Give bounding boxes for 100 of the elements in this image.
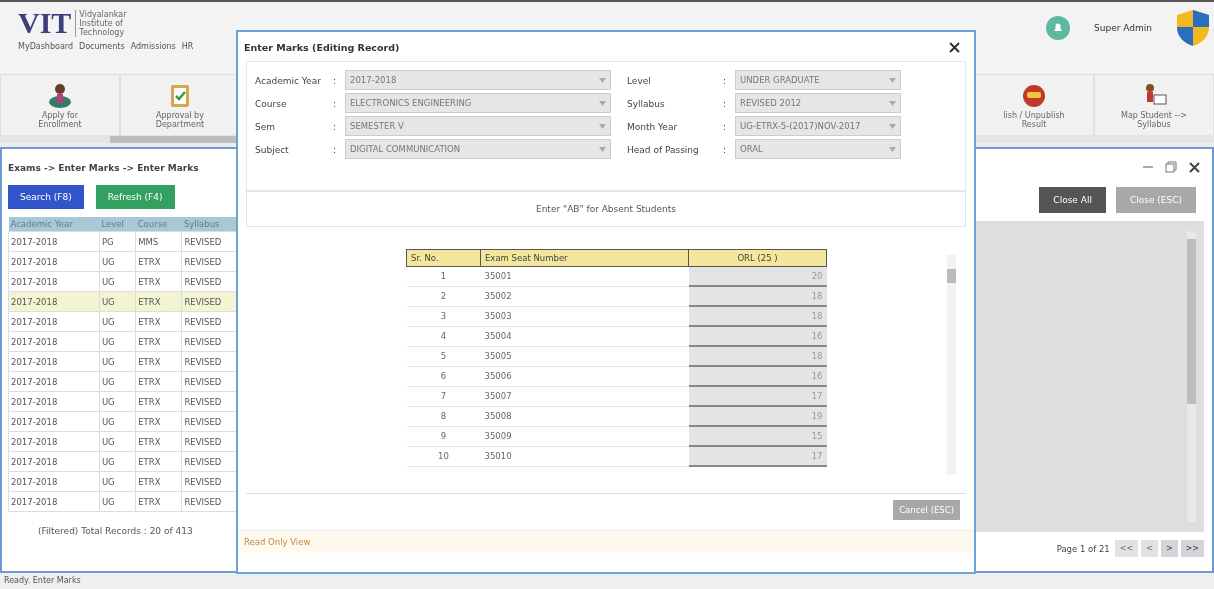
pager-button[interactable]: >> — [1180, 540, 1204, 557]
table-cell: ETRX — [135, 271, 182, 292]
table-cell: 2017-2018 — [8, 291, 100, 312]
table-cell: 2017-2018 — [8, 251, 100, 272]
colon: : — [723, 99, 728, 109]
marks-cell[interactable]: 18 — [688, 346, 827, 366]
table-cell: 35010 — [480, 446, 689, 466]
table-cell: UG — [99, 491, 136, 512]
table-cell: 35005 — [480, 346, 689, 366]
colon: : — [333, 122, 338, 132]
marks-cell[interactable]: 17 — [688, 386, 827, 406]
field-label: Level — [627, 76, 652, 86]
record-count: (Filtered) Total Records : 20 of 413 — [37, 525, 194, 536]
table-cell: 35001 — [480, 266, 689, 286]
pager-button[interactable]: > — [1160, 540, 1178, 557]
colon: : — [723, 145, 728, 155]
field-label: Month Year — [627, 122, 679, 132]
person-icon — [47, 81, 73, 108]
table-cell: 2017-2018 — [8, 231, 100, 252]
menu-item[interactable]: Admissions — [130, 42, 176, 51]
marks-cell[interactable]: 18 — [688, 286, 827, 306]
column-header[interactable]: Level — [99, 217, 136, 232]
close-icon[interactable] — [1189, 161, 1200, 173]
column-header[interactable]: ORL (25 ) — [688, 249, 827, 267]
marks-cell[interactable]: 18 — [688, 306, 827, 326]
table-cell: UG — [99, 251, 136, 272]
table-cell: 2017-2018 — [8, 351, 100, 372]
table-cell: 1 — [406, 266, 481, 286]
table-cell: 2017-2018 — [8, 471, 100, 492]
table-cell: 2 — [406, 286, 481, 306]
table-cell: MMS — [135, 231, 182, 252]
table-cell: ETRX — [135, 251, 182, 272]
field-label: Sem — [255, 122, 277, 132]
logo-mark: VIT — [18, 8, 72, 38]
marks-cell[interactable]: 19 — [688, 406, 827, 426]
vertical-scrollbar[interactable] — [947, 255, 956, 475]
field-label: Subject — [255, 145, 290, 155]
caret-icon — [599, 123, 606, 129]
column-header[interactable]: Exam Seat Number — [480, 249, 689, 267]
table-cell: 10 — [406, 446, 481, 466]
menu-item[interactable]: HR — [181, 42, 194, 51]
restore-icon[interactable] — [1165, 161, 1177, 173]
scrollbar-thumb[interactable] — [947, 269, 956, 283]
scrollbar-thumb[interactable] — [1187, 239, 1196, 404]
table-cell: ETRX — [135, 471, 182, 492]
menu-item[interactable]: MyDashboard — [18, 42, 74, 51]
vertical-scrollbar[interactable] — [1187, 231, 1196, 522]
table-cell: 2017-2018 — [8, 391, 100, 412]
field-label: Course — [255, 99, 288, 109]
caret-icon — [889, 77, 896, 83]
shield-icon — [1176, 9, 1210, 47]
marks-cell[interactable]: 16 — [688, 366, 827, 386]
table-cell: 35008 — [480, 406, 689, 426]
table-cell: 7 — [406, 386, 481, 406]
column-header[interactable]: Course — [135, 217, 182, 232]
close-all-button[interactable]: Close All — [1039, 187, 1106, 213]
marks-cell[interactable]: 15 — [688, 426, 827, 446]
search-button[interactable]: Search (F8) — [8, 185, 84, 209]
cancel-button[interactable]: Cancel (ESC) — [893, 500, 960, 520]
table-cell: 2017-2018 — [8, 431, 100, 452]
table-cell: UG — [99, 271, 136, 292]
table-cell: 2017-2018 — [8, 371, 100, 392]
caret-icon — [599, 146, 606, 152]
marks-cell[interactable]: 20 — [688, 266, 827, 286]
marks-cell[interactable]: 17 — [688, 446, 827, 466]
table-cell: UG — [99, 451, 136, 472]
page-indicator: Page 1 of 21 — [1056, 543, 1110, 554]
table-cell: 2017-2018 — [8, 451, 100, 472]
table-cell: ETRX — [135, 431, 182, 452]
colon: : — [333, 145, 338, 155]
caret-icon — [889, 146, 896, 152]
dialog-title: Enter Marks (Editing Record) — [244, 42, 400, 53]
refresh-button[interactable]: Refresh (F4) — [95, 185, 175, 209]
table-cell: 35002 — [480, 286, 689, 306]
colon: : — [333, 99, 338, 109]
table-cell: 2017-2018 — [8, 271, 100, 292]
minimize-icon[interactable] — [1143, 166, 1153, 168]
column-header[interactable]: Academic Year — [8, 217, 100, 232]
table-cell: UG — [99, 471, 136, 492]
table-cell: 35007 — [480, 386, 689, 406]
table-cell: 9 — [406, 426, 481, 446]
bell-icon — [1046, 16, 1071, 40]
table-cell: ETRX — [135, 311, 182, 332]
field-label: Head of Passing — [627, 145, 700, 155]
close-icon[interactable] — [949, 42, 960, 53]
menu-item[interactable]: Documents — [79, 42, 125, 51]
table-cell: 35004 — [480, 326, 689, 346]
caret-icon — [599, 100, 606, 106]
table-cell: ETRX — [135, 451, 182, 472]
user-name[interactable]: Super Admin — [1094, 23, 1152, 33]
table-cell: 4 — [406, 326, 481, 346]
table-cell: UG — [99, 351, 136, 372]
column-header[interactable]: Sr. No. — [406, 249, 481, 267]
table-cell: 2017-2018 — [8, 311, 100, 332]
colon: : — [723, 122, 728, 132]
table-cell: 2017-2018 — [8, 331, 100, 352]
table-cell: 6 — [406, 366, 481, 386]
marks-cell[interactable]: 16 — [688, 326, 827, 346]
read-only-label: Read Only View — [238, 530, 974, 553]
notice-text: Enter "AB" for Absent Students — [246, 191, 966, 227]
